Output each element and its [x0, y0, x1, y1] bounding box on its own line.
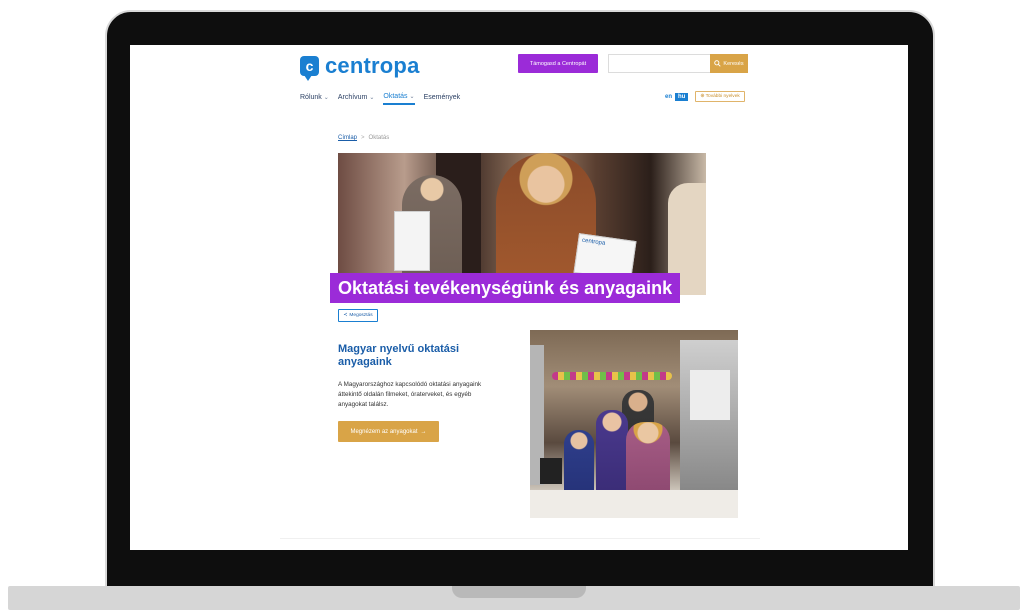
page-title: Oktatási tevékenységünk és anyagaink — [330, 273, 681, 303]
search-button-label: Keresés — [723, 60, 744, 67]
search-icon — [714, 60, 722, 67]
share-button[interactable]: ≺ Megosztás — [338, 309, 378, 322]
chevron-down-icon: ⌄ — [409, 94, 415, 100]
nav-item-esemenyek[interactable]: Események — [424, 93, 461, 105]
photo-person-seated-left — [564, 430, 594, 490]
section-text: A Magyarországhoz kapcsolódó oktatási an… — [338, 381, 482, 408]
footer-divider — [280, 538, 760, 539]
photo-person-seated-middle — [596, 410, 628, 490]
nav-item-rolunk[interactable]: Rólunk ⌄ — [300, 93, 329, 105]
photo-table — [530, 490, 738, 518]
lang-en-link[interactable]: en — [665, 94, 672, 100]
chevron-down-icon: ⌄ — [369, 95, 375, 101]
main-nav: Rólunk ⌄ Archívum ⌄ Oktatás ⌄ Események — [300, 93, 460, 105]
nav-item-label: Oktatás — [383, 93, 408, 100]
cta-label: Megnézem az anyagokat — [350, 428, 418, 435]
photo-garland — [552, 372, 672, 380]
share-button-label: Megosztás — [349, 313, 373, 318]
photo-person-seated-right — [626, 422, 670, 490]
chevron-down-icon: ⌄ — [323, 95, 329, 101]
language-switcher: en hu ⊕ További nyelvek — [665, 91, 745, 102]
lang-hu-link[interactable]: hu — [675, 92, 689, 101]
more-languages-label: További nyelvek — [705, 94, 740, 99]
breadcrumb-home-link[interactable]: Címlap — [338, 135, 357, 141]
arrow-right-icon: → — [420, 428, 427, 435]
site-logo[interactable]: c centropa — [300, 53, 420, 81]
classroom-photo — [530, 330, 738, 518]
breadcrumb-separator: > — [361, 135, 365, 141]
globe-icon: ⊕ — [700, 94, 705, 99]
logo-mark: c — [300, 56, 319, 81]
more-languages-button[interactable]: ⊕ További nyelvek — [695, 91, 745, 102]
share-icon: ≺ — [343, 313, 348, 318]
view-materials-button[interactable]: Megnézem az anyagokat → — [338, 421, 439, 442]
section-title: Magyar nyelvű oktatási anyagaink — [338, 343, 460, 368]
breadcrumb: Címlap > Oktatás — [338, 135, 389, 141]
photo-laptop — [540, 458, 562, 484]
hero-certificate-left — [394, 211, 430, 271]
search-input[interactable] — [608, 54, 711, 73]
logo-text: centropa — [325, 53, 420, 78]
browser-viewport: c centropa Támogasd a Centropát Keresés … — [130, 45, 908, 550]
nav-item-archivum[interactable]: Archívum ⌄ — [338, 93, 375, 105]
support-button[interactable]: Támogasd a Centropát — [518, 54, 598, 73]
search-button[interactable]: Keresés — [710, 54, 748, 73]
laptop-notch — [452, 586, 586, 598]
breadcrumb-current: Oktatás — [368, 135, 390, 141]
nav-item-oktatas[interactable]: Oktatás ⌄ — [383, 93, 415, 105]
photo-exhibit-portrait — [690, 370, 730, 420]
nav-item-label: Események — [423, 94, 461, 101]
nav-item-label: Archívum — [337, 94, 368, 101]
nav-item-label: Rólunk — [300, 94, 322, 101]
